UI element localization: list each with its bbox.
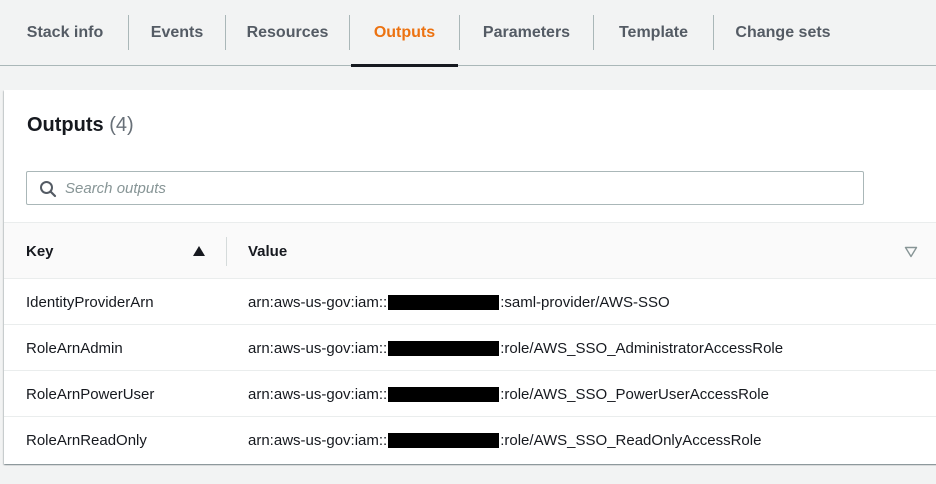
output-value: arn:aws-us-gov:iam:::saml-provider/AWS-S… <box>248 279 670 325</box>
value-suffix: :role/AWS_SSO_ReadOnlyAccessRole <box>500 431 762 449</box>
sort-up-icon[interactable] <box>192 245 206 257</box>
tab-change-sets[interactable]: Change sets <box>714 0 852 66</box>
outputs-table: Key Value IdentityProviderArn arn:aws-us… <box>4 222 936 463</box>
value-suffix: :role/AWS_SSO_AdministratorAccessRole <box>500 339 784 357</box>
tab-bar: Stack info Events Resources Outputs Para… <box>0 0 936 67</box>
table-row: IdentityProviderArn arn:aws-us-gov:iam::… <box>4 279 936 325</box>
column-header-key[interactable]: Key <box>26 223 54 280</box>
column-header-value[interactable]: Value <box>248 223 287 280</box>
column-divider <box>226 237 227 266</box>
value-suffix: :role/AWS_SSO_PowerUserAccessRole <box>500 385 769 403</box>
tab-template[interactable]: Template <box>594 0 713 66</box>
panel-title-text: Outputs <box>27 114 104 136</box>
value-prefix: arn:aws-us-gov:iam:: <box>248 385 388 403</box>
search-icon <box>40 181 57 198</box>
output-value: arn:aws-us-gov:iam:::role/AWS_SSO_PowerU… <box>248 371 769 417</box>
search-input[interactable] <box>65 172 845 204</box>
output-key: RoleArnReadOnly <box>26 431 147 449</box>
redacted-account-id <box>388 294 500 310</box>
tab-divider <box>349 15 350 50</box>
output-key: IdentityProviderArn <box>26 293 154 311</box>
tab-parameters[interactable]: Parameters <box>460 0 593 66</box>
output-key: RoleArnAdmin <box>26 339 123 357</box>
outputs-count: (4) <box>109 114 134 136</box>
search-box <box>26 171 864 205</box>
value-prefix: arn:aws-us-gov:iam:: <box>248 431 388 449</box>
value-prefix: arn:aws-us-gov:iam:: <box>248 293 388 311</box>
redacted-account-id <box>388 340 500 356</box>
sort-down-icon[interactable] <box>904 246 918 258</box>
tab-stack-info[interactable]: Stack info <box>0 0 130 66</box>
tab-resources[interactable]: Resources <box>226 0 349 66</box>
tab-events[interactable]: Events <box>129 0 225 66</box>
table-header: Key Value <box>4 222 936 279</box>
table-row: RoleArnReadOnly arn:aws-us-gov:iam:::rol… <box>4 417 936 463</box>
output-value: arn:aws-us-gov:iam:::role/AWS_SSO_ReadOn… <box>248 417 761 463</box>
table-row: RoleArnAdmin arn:aws-us-gov:iam:::role/A… <box>4 325 936 371</box>
value-suffix: :saml-provider/AWS-SSO <box>500 293 670 311</box>
table-row: RoleArnPowerUser arn:aws-us-gov:iam:::ro… <box>4 371 936 417</box>
redacted-account-id <box>388 386 500 402</box>
output-value: arn:aws-us-gov:iam:::role/AWS_SSO_Admini… <box>248 325 783 371</box>
redacted-account-id <box>388 432 500 448</box>
value-prefix: arn:aws-us-gov:iam:: <box>248 339 388 357</box>
outputs-panel: Outputs (4) Key Value IdentityProviderAr… <box>4 90 936 464</box>
panel-title: Outputs (4) <box>27 114 134 137</box>
tab-outputs[interactable]: Outputs <box>351 0 458 67</box>
output-key: RoleArnPowerUser <box>26 385 155 403</box>
